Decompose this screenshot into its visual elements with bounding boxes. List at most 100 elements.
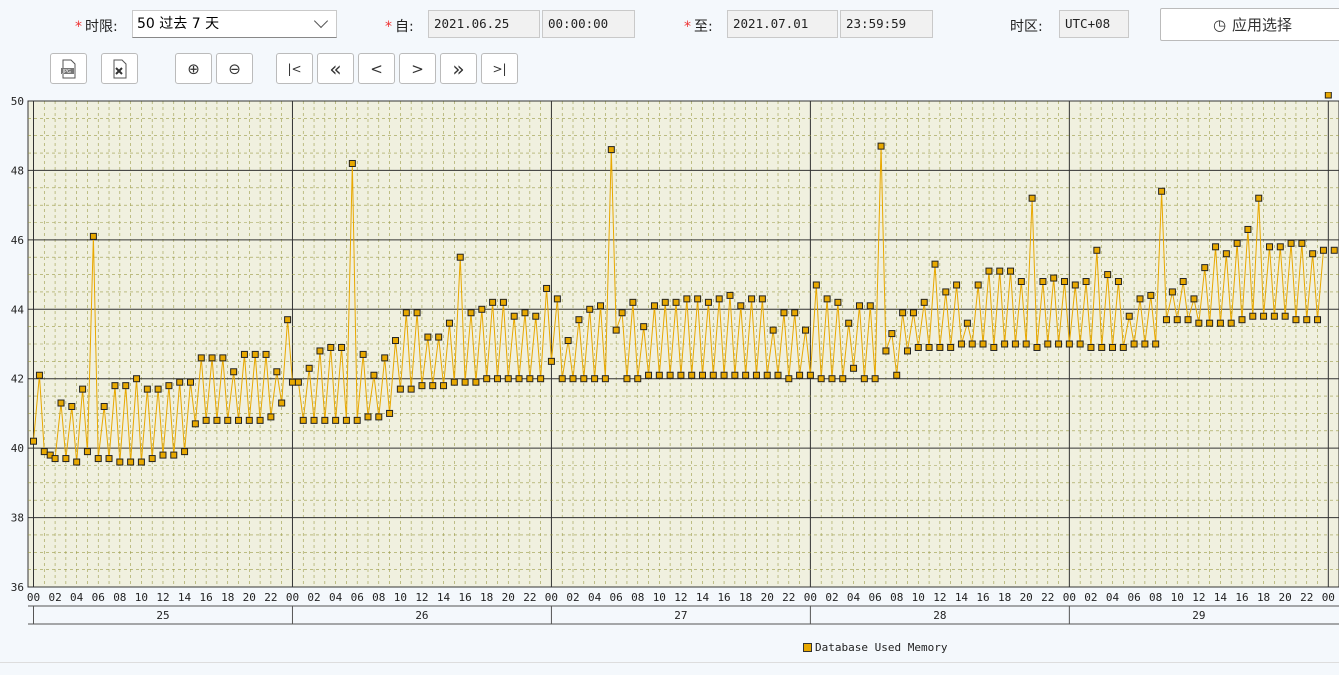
to-time-field[interactable]: 23:59:59 (840, 10, 933, 38)
data-point (1098, 343, 1106, 351)
data-point (666, 371, 674, 379)
x-tick-label: 14 (178, 591, 192, 604)
data-point (1071, 281, 1079, 289)
data-point (974, 281, 982, 289)
forward-button[interactable]: > (399, 53, 436, 84)
data-point (763, 371, 771, 379)
back-button[interactable]: < (358, 53, 395, 84)
day-label: 25 (156, 609, 169, 622)
data-point (1055, 340, 1063, 348)
x-tick-label: 20 (1279, 591, 1292, 604)
data-point (569, 375, 577, 383)
x-tick-label: 06 (1127, 591, 1140, 604)
data-point (1082, 278, 1090, 286)
data-point (839, 375, 847, 383)
data-point (68, 402, 76, 410)
data-point (834, 298, 842, 306)
data-point (1314, 316, 1322, 324)
data-point (1206, 319, 1214, 327)
data-point (1109, 343, 1117, 351)
data-point (575, 316, 583, 324)
data-point (461, 378, 469, 386)
x-tick-label: 04 (70, 591, 84, 604)
y-tick-label: 44 (11, 303, 25, 316)
data-point (796, 371, 804, 379)
data-point (688, 371, 696, 379)
data-point (1158, 187, 1166, 195)
data-point (245, 416, 253, 424)
to-label: * 至: (684, 19, 713, 35)
from-time-field[interactable]: 00:00:00 (542, 10, 635, 38)
data-point (256, 416, 264, 424)
data-point (170, 451, 178, 459)
data-point (855, 302, 863, 310)
data-point (537, 375, 545, 383)
x-tick-label: 12 (415, 591, 428, 604)
data-point (1141, 340, 1149, 348)
data-point (1017, 278, 1025, 286)
data-point (267, 413, 275, 421)
x-tick-label: 10 (912, 591, 925, 604)
data-point (1130, 340, 1138, 348)
data-point (148, 455, 156, 463)
data-point (202, 416, 210, 424)
export-excel-button[interactable] (101, 53, 138, 84)
data-point (375, 413, 383, 421)
data-point (1260, 312, 1268, 320)
data-point (936, 343, 944, 351)
data-point (327, 343, 335, 351)
from-label: * 自: (385, 19, 414, 35)
data-point (629, 298, 637, 306)
data-point (235, 416, 243, 424)
data-point (909, 309, 917, 317)
period-select[interactable]: 50 过去 7 天 (132, 10, 337, 38)
x-tick-label: 14 (955, 591, 969, 604)
data-point (62, 455, 70, 463)
data-point (105, 455, 113, 463)
data-point (338, 343, 346, 351)
to-date-field[interactable]: 2021.07.01 (727, 10, 838, 38)
x-tick-label: 14 (696, 591, 710, 604)
data-point (240, 350, 248, 358)
data-point (1227, 319, 1235, 327)
data-point (521, 309, 529, 317)
data-point (181, 448, 189, 456)
zoom-out-button[interactable]: ⊖ (216, 53, 253, 84)
data-point (1222, 250, 1230, 258)
day-label: 27 (674, 609, 687, 622)
data-point (871, 375, 879, 383)
last-button[interactable]: >| (481, 53, 518, 84)
y-tick-label: 50 (11, 95, 24, 108)
data-point (445, 319, 453, 327)
data-point (165, 382, 173, 390)
data-point (353, 416, 361, 424)
data-point (137, 458, 145, 466)
first-button[interactable]: |< (276, 53, 313, 84)
from-date-field[interactable]: 2021.06.25 (428, 10, 540, 38)
apply-selection-button[interactable]: ◷ 应用选择 (1160, 8, 1339, 41)
data-point (186, 378, 194, 386)
zoom-in-button[interactable]: ⊕ (175, 53, 212, 84)
data-point (968, 340, 976, 348)
data-point (342, 416, 350, 424)
data-point (1173, 316, 1181, 324)
x-tick-label: 22 (1300, 591, 1313, 604)
x-tick-label: 02 (307, 591, 320, 604)
fast-back-button[interactable]: « (317, 53, 354, 84)
data-point (143, 385, 151, 393)
x-tick-label: 22 (523, 591, 536, 604)
timezone-field[interactable]: UTC+08 (1059, 10, 1129, 38)
export-jpg-button[interactable]: JPG (50, 53, 87, 84)
fast-forward-button[interactable]: » (440, 53, 477, 84)
data-point (947, 343, 955, 351)
memory-chart: 36 38 40 42 44 46 48 50 00 02 04 06 08 10 12 14 16 18 20 22… (11, 92, 1339, 625)
x-tick-label: 00 (1063, 591, 1076, 604)
data-point (920, 298, 928, 306)
data-point (1119, 343, 1127, 351)
data-point (288, 378, 296, 386)
bottom-grid (0, 662, 1339, 675)
data-point (1298, 239, 1306, 247)
data-point (925, 343, 933, 351)
data-point (73, 458, 81, 466)
data-point (418, 382, 426, 390)
